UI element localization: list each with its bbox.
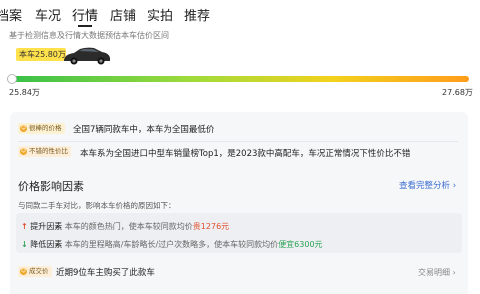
raise-factor-text: 本车的颜色热门，使本车较同款均价 xyxy=(64,222,193,231)
raise-factor-label: 提升因素 xyxy=(30,222,63,231)
tab-shop[interactable]: 店铺 xyxy=(110,5,136,24)
see-full-analysis-label: 查看完整分析 xyxy=(399,181,451,191)
price-insights-card xyxy=(10,112,468,172)
deal-price-tag: ☺ 成交价 xyxy=(18,266,52,277)
range-min-label: 25.84万 xyxy=(9,88,40,97)
great-price-text: 全国7辆同款车中，本车为全国最低价 xyxy=(73,125,215,135)
tab-bar: 档案 车况 行情 店铺 实拍 推荐 xyxy=(0,0,480,28)
chevron-right-icon: › xyxy=(450,181,457,191)
price-range-bar xyxy=(7,76,469,82)
lower-factor-row: ↓ 降低因素 本车的里程略高/车龄略长/过户次数略多，使本车较同款均价便宜630… xyxy=(21,239,323,250)
arrow-up-icon: ↑ xyxy=(21,222,28,231)
insight-divider xyxy=(18,141,458,142)
tab-market[interactable]: 行情 xyxy=(72,5,98,24)
range-max-label: 27.68万 xyxy=(442,88,473,97)
value-text: 本车系为全国进口中型车销量榜Top1，是2023款中高配车，车况正常情况下性价比… xyxy=(80,149,411,159)
car-icon xyxy=(64,47,110,65)
tab-archive[interactable]: 档案 xyxy=(0,5,22,24)
smile-icon: ☺ xyxy=(20,268,27,275)
factors-description: 与同款二手车对比，影响本车价格的原因如下： xyxy=(18,201,176,210)
deal-price-tag-label: 成交价 xyxy=(29,267,49,275)
raise-factor-amount: 贵1276元 xyxy=(192,222,230,231)
lower-factor-label: 降低因素 xyxy=(30,240,63,249)
value-tag: ☺ 不错的性价比 xyxy=(18,146,71,157)
lower-factor-amount: 便宜6300元 xyxy=(278,240,323,249)
great-price-tag: ☺ 很棒的价格 xyxy=(18,123,65,134)
lower-factor-text: 本车的里程略高/车龄略长/过户次数略多，使本车较同款均价 xyxy=(64,240,279,249)
car-price-marker: 本车25.80万 xyxy=(16,43,110,66)
transaction-details-label: 交易明细 xyxy=(418,268,450,277)
tab-condition[interactable]: 车况 xyxy=(35,5,61,24)
value-tag-label: 不错的性价比 xyxy=(29,147,68,155)
valuation-hint: 基于检测信息及行情大数据预估本车估价区间 xyxy=(9,31,169,40)
chevron-right-icon: › xyxy=(450,268,456,277)
raise-factor-row: ↑ 提升因素 本车的颜色热门，使本车较同款均价贵1276元 xyxy=(21,221,229,232)
deal-summary: 近期9位车主购买了此款车 xyxy=(56,268,155,278)
tab-photos[interactable]: 实拍 xyxy=(147,5,173,24)
arrow-down-icon: ↓ xyxy=(21,240,28,249)
price-factors-title: 价格影响因素 xyxy=(18,180,84,193)
smile-icon: ☺ xyxy=(20,125,27,132)
smile-icon: ☺ xyxy=(20,148,27,155)
tab-recommend[interactable]: 推荐 xyxy=(184,5,210,24)
see-full-analysis-link[interactable]: 查看完整分析 › xyxy=(399,179,456,191)
car-price-badge: 本车25.80万 xyxy=(16,48,66,61)
active-tab-indicator xyxy=(78,25,92,27)
transaction-details-link[interactable]: 交易明细 › xyxy=(418,267,456,278)
price-range-marker xyxy=(7,74,17,84)
great-price-tag-label: 很棒的价格 xyxy=(29,124,62,132)
